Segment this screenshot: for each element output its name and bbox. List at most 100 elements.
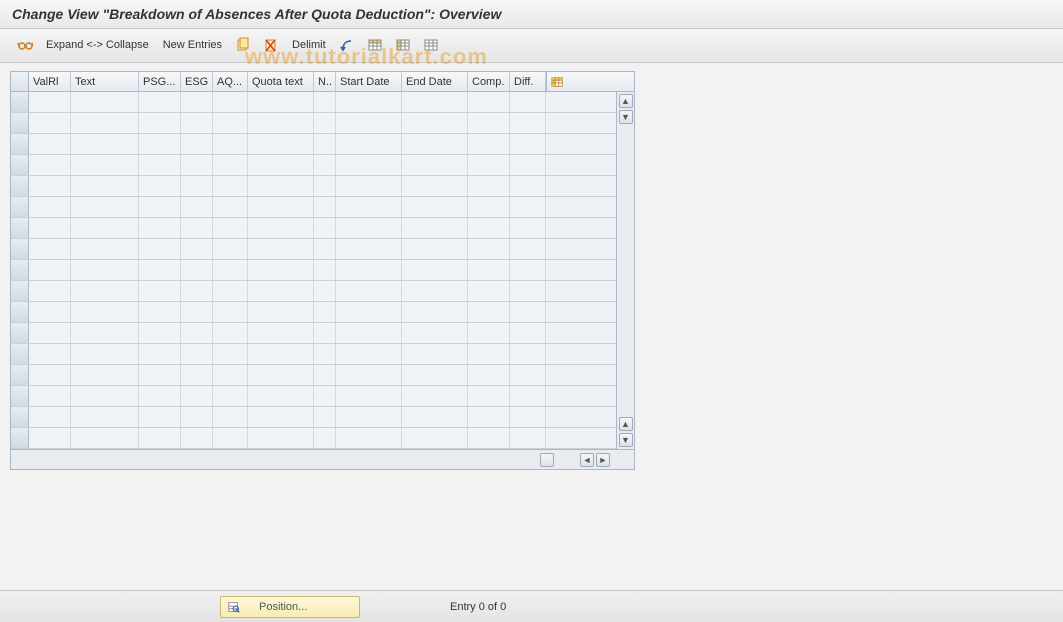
cell[interactable] [139, 428, 181, 448]
cell[interactable] [336, 281, 402, 301]
table-row[interactable] [11, 407, 616, 428]
cell[interactable] [139, 407, 181, 427]
cell[interactable] [314, 323, 336, 343]
table-row[interactable] [11, 281, 616, 302]
cell[interactable] [336, 113, 402, 133]
cell[interactable] [248, 302, 314, 322]
cell[interactable] [181, 113, 213, 133]
scroll-up-bottom-icon[interactable]: ▲ [619, 417, 633, 431]
cell[interactable] [248, 113, 314, 133]
scroll-left-icon[interactable]: ◄ [580, 453, 594, 467]
scroll-down-bottom-icon[interactable]: ▼ [619, 433, 633, 447]
row-selector[interactable] [11, 155, 29, 175]
deselect-icon[interactable] [418, 34, 444, 56]
hscroll-thumb[interactable] [540, 453, 554, 467]
cell[interactable] [213, 344, 248, 364]
table-row[interactable] [11, 323, 616, 344]
cell[interactable] [213, 428, 248, 448]
cell[interactable] [213, 365, 248, 385]
cell[interactable] [402, 365, 468, 385]
cell[interactable] [29, 428, 71, 448]
cell[interactable] [402, 239, 468, 259]
cell[interactable] [213, 176, 248, 196]
cell[interactable] [71, 302, 139, 322]
cell[interactable] [402, 344, 468, 364]
cell[interactable] [181, 428, 213, 448]
cell[interactable] [510, 176, 546, 196]
table-row[interactable] [11, 239, 616, 260]
cell[interactable] [510, 344, 546, 364]
cell[interactable] [314, 113, 336, 133]
cell[interactable] [71, 260, 139, 280]
scroll-down-icon[interactable]: ▼ [619, 110, 633, 124]
row-selector[interactable] [11, 365, 29, 385]
table-row[interactable] [11, 386, 616, 407]
row-selector[interactable] [11, 260, 29, 280]
cell[interactable] [248, 155, 314, 175]
cell[interactable] [29, 155, 71, 175]
cell[interactable] [71, 365, 139, 385]
cell[interactable] [468, 218, 510, 238]
cell[interactable] [181, 323, 213, 343]
cell[interactable] [248, 344, 314, 364]
table-row[interactable] [11, 113, 616, 134]
cell[interactable] [29, 113, 71, 133]
cell[interactable] [213, 386, 248, 406]
select-all-icon[interactable] [362, 34, 388, 56]
position-button[interactable]: Position... [220, 596, 360, 618]
col-header-comp[interactable]: Comp. [468, 72, 510, 91]
cell[interactable] [139, 134, 181, 154]
scroll-right-icon[interactable]: ► [596, 453, 610, 467]
cell[interactable] [510, 134, 546, 154]
cell[interactable] [402, 176, 468, 196]
cell[interactable] [336, 218, 402, 238]
table-row[interactable] [11, 176, 616, 197]
cell[interactable] [314, 134, 336, 154]
cell[interactable] [181, 407, 213, 427]
cell[interactable] [510, 197, 546, 217]
cell[interactable] [181, 92, 213, 112]
cell[interactable] [71, 281, 139, 301]
cell[interactable] [402, 260, 468, 280]
cell[interactable] [248, 428, 314, 448]
table-row[interactable] [11, 344, 616, 365]
cell[interactable] [510, 239, 546, 259]
row-selector[interactable] [11, 302, 29, 322]
cell[interactable] [181, 239, 213, 259]
cell[interactable] [248, 260, 314, 280]
cell[interactable] [29, 323, 71, 343]
cell[interactable] [181, 218, 213, 238]
copy-as-icon[interactable] [230, 34, 256, 56]
cell[interactable] [213, 323, 248, 343]
cell[interactable] [71, 239, 139, 259]
col-header-quota[interactable]: Quota text [248, 72, 314, 91]
cell[interactable] [181, 344, 213, 364]
cell[interactable] [314, 386, 336, 406]
cell[interactable] [71, 92, 139, 112]
row-selector[interactable] [11, 113, 29, 133]
cell[interactable] [314, 218, 336, 238]
cell[interactable] [71, 386, 139, 406]
cell[interactable] [29, 386, 71, 406]
table-row[interactable] [11, 365, 616, 386]
cell[interactable] [336, 92, 402, 112]
cell[interactable] [336, 302, 402, 322]
cell[interactable] [71, 155, 139, 175]
cell[interactable] [248, 365, 314, 385]
cell[interactable] [510, 155, 546, 175]
cell[interactable] [510, 92, 546, 112]
cell[interactable] [402, 407, 468, 427]
cell[interactable] [213, 239, 248, 259]
cell[interactable] [248, 239, 314, 259]
cell[interactable] [314, 302, 336, 322]
cell[interactable] [29, 176, 71, 196]
row-selector-header[interactable] [11, 72, 29, 91]
col-header-start[interactable]: Start Date [336, 72, 402, 91]
cell[interactable] [468, 323, 510, 343]
row-selector[interactable] [11, 239, 29, 259]
cell[interactable] [468, 134, 510, 154]
cell[interactable] [336, 386, 402, 406]
cell[interactable] [314, 281, 336, 301]
cell[interactable] [181, 386, 213, 406]
table-row[interactable] [11, 197, 616, 218]
